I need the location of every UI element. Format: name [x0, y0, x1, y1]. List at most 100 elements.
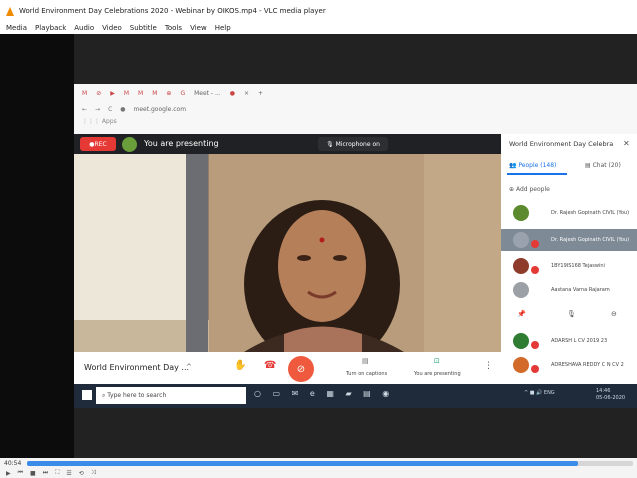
meet-top-bar: ● REC You are presenting 🎙 Microphone on — [74, 134, 501, 154]
captions-button-label[interactable]: Turn on captions — [346, 371, 387, 377]
panel-title: World Environment Day Celebra — [509, 140, 614, 148]
status-badge — [531, 365, 539, 373]
presenting-status: You are presenting — [144, 139, 219, 148]
add-people-button[interactable]: ⊕ Add people — [509, 186, 550, 193]
explorer-icon[interactable]: ▰ — [345, 389, 351, 398]
playlist-icon[interactable]: ☰ — [66, 470, 71, 477]
apps-icon: ⋮⋮⋮ — [82, 118, 102, 125]
chat-icon: ▤ — [585, 162, 591, 169]
present-icon[interactable]: ⊡ — [434, 357, 440, 365]
present-button-label[interactable]: You are presenting — [414, 371, 461, 377]
mail-icon[interactable]: ✉ — [292, 389, 299, 398]
mute-icon[interactable]: 🎙 — [567, 310, 576, 318]
participant-actions: 📌 🎙 ⊖ — [501, 310, 637, 324]
previous-icon[interactable]: ⏮ — [18, 469, 23, 477]
avatar — [513, 357, 529, 373]
store-icon[interactable]: ▦ — [326, 389, 334, 398]
tab-people[interactable]: 👥 People (148) — [509, 162, 556, 169]
back-icon: ← — [82, 105, 88, 113]
menu-view[interactable]: View — [190, 24, 207, 32]
vlc-title-bar: World Environment Day Celebrations 2020 … — [0, 0, 637, 22]
people-icon: 👥 — [509, 162, 517, 169]
shuffle-icon[interactable]: ⤨ — [91, 469, 96, 477]
microphone-icon[interactable]: ✋ — [234, 360, 246, 371]
list-item[interactable]: 1BY19IS168 Tejaswini — [501, 255, 637, 277]
list-item[interactable]: ADRESHAVA REDDY C N CV 2 — [501, 354, 637, 376]
status-badge — [531, 240, 539, 248]
close-icon[interactable]: ✕ — [623, 139, 630, 148]
camera-off-icon: ⊘ — [296, 363, 306, 375]
fullscreen-icon[interactable]: ⛶ — [55, 469, 59, 477]
captions-icon[interactable]: ▤ — [362, 357, 369, 365]
elapsed-time: 40:54 — [4, 459, 22, 467]
participant-name: 1BY19IS168 Tejaswini — [551, 263, 605, 269]
status-badge — [531, 266, 539, 274]
screen-share-icon — [513, 232, 529, 248]
tab-gmail: M — [152, 89, 158, 97]
system-tray[interactable]: ^ ■ 🔊 ENG — [524, 390, 555, 396]
menu-playback[interactable]: Playback — [35, 24, 66, 32]
tab-indicator — [507, 173, 567, 175]
participant-name: Dr. Rajesh Gopinath CIVIL (You) — [551, 210, 630, 216]
task-view-icon[interactable]: ▭ — [273, 389, 281, 398]
taskbar-clock[interactable]: 14:46 05-06-2020 — [596, 388, 625, 402]
add-person-icon: ⊕ — [509, 186, 515, 193]
stop-icon[interactable]: ■ — [30, 470, 36, 477]
presenter-image — [74, 154, 501, 352]
add-people-label: Add people — [515, 186, 550, 193]
remove-icon[interactable]: ⊖ — [611, 310, 617, 318]
avatar — [513, 282, 529, 298]
bookmark-apps: Apps — [101, 118, 117, 125]
avatar — [513, 258, 529, 274]
people-tab-label: People (148) — [518, 162, 557, 169]
loop-icon[interactable]: ⟲ — [79, 470, 84, 477]
seek-slider[interactable] — [27, 460, 633, 466]
tab-gmail: M — [82, 89, 88, 97]
calendar-icon[interactable]: ▤ — [363, 389, 371, 398]
tab-gmail: M — [138, 89, 144, 97]
windows-start-icon[interactable] — [82, 390, 92, 400]
rec-badge: ● REC — [80, 137, 116, 151]
url-text: meet.google.com — [133, 105, 187, 113]
menu-audio[interactable]: Audio — [74, 24, 94, 32]
edge-icon[interactable]: e — [310, 389, 315, 398]
meeting-title[interactable]: World Environment Day ... — [84, 363, 189, 372]
list-item[interactable]: ADARSH L CV 2019 23 — [501, 330, 637, 352]
list-item[interactable]: Dr. Rajesh Gopinath CIVIL (You) — [501, 229, 637, 251]
browser-tabs: M ⊘ ▶ M M M ⊕ G Meet - ... ● × + — [74, 86, 637, 100]
presenter-video-feed — [74, 154, 501, 352]
clock-time: 14:46 — [596, 388, 611, 394]
menu-tools[interactable]: Tools — [165, 24, 182, 32]
taskbar-search-input[interactable]: ⌕ Type here to search — [96, 387, 246, 404]
windows-taskbar: ⌕ Type here to search ○ ▭ ✉ e ▦ ▰ ▤ ◉ ^ … — [74, 384, 637, 408]
chrome-icon[interactable]: ◉ — [382, 389, 389, 398]
forward-icon: → — [95, 105, 101, 113]
browser-window: M ⊘ ▶ M M M ⊕ G Meet - ... ● × + ← → C ●… — [74, 84, 637, 134]
end-call-icon[interactable]: ☎ — [264, 360, 276, 371]
play-icon[interactable]: ▶ — [6, 470, 11, 477]
search-placeholder: Type here to search — [107, 392, 167, 399]
chevron-up-icon[interactable]: ^ — [186, 363, 192, 371]
tab-google: G — [180, 89, 186, 97]
video-letterbox — [0, 34, 74, 458]
chat-tab-label: Chat (20) — [592, 162, 621, 169]
next-icon[interactable]: ⏭ — [43, 469, 48, 477]
tab-chat[interactable]: ▤ Chat (20) — [585, 162, 621, 169]
meet-control-bar: World Environment Day ... ^ ✋ ☎ ⊘ ▤ Turn… — [74, 352, 501, 384]
menu-subtitle[interactable]: Subtitle — [130, 24, 157, 32]
vlc-cone-icon — [6, 6, 14, 16]
vlc-menu-bar: Media Playback Audio Video Subtitle Tool… — [0, 22, 637, 34]
menu-media[interactable]: Media — [6, 24, 27, 32]
address-bar: ← → C ● meet.google.com — [74, 102, 637, 116]
camera-off-button[interactable]: ⊘ — [288, 356, 314, 382]
pin-icon[interactable]: 📌 — [517, 310, 526, 318]
list-item[interactable]: Aastana Varna Rajaram — [501, 279, 637, 301]
tab-icon: ⊘ — [96, 89, 102, 97]
menu-help[interactable]: Help — [215, 24, 231, 32]
avatar — [513, 333, 529, 349]
more-options-icon[interactable]: ⋮ — [484, 361, 493, 371]
menu-video[interactable]: Video — [102, 24, 122, 32]
list-item[interactable]: Dr. Rajesh Gopinath CIVIL (You) — [501, 202, 637, 224]
task-view-icon[interactable]: ○ — [254, 389, 261, 398]
window-title: World Environment Day Celebrations 2020 … — [19, 7, 326, 15]
